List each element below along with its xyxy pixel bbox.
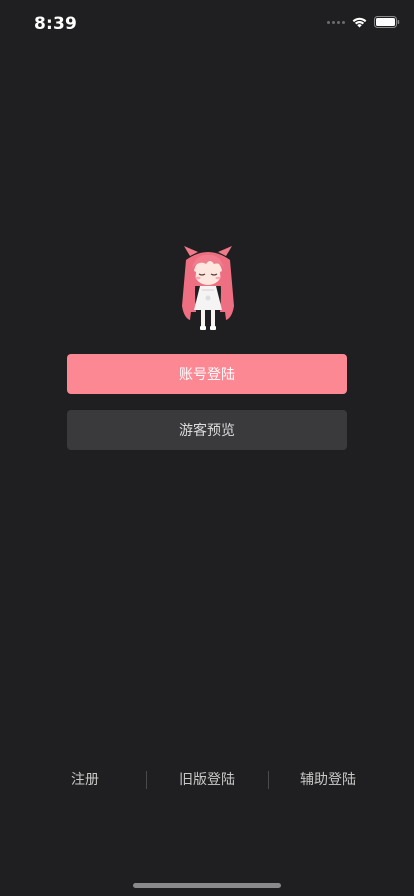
- status-icons: [327, 16, 400, 28]
- old-login-link[interactable]: 旧版登陆: [179, 768, 235, 792]
- register-link[interactable]: 注册: [71, 768, 99, 792]
- status-time: 8:39: [34, 14, 78, 34]
- guest-preview-button[interactable]: 游客预览: [67, 410, 347, 450]
- wifi-icon: [351, 16, 368, 28]
- status-bar: 8:39: [0, 0, 414, 48]
- cellular-signal-icon: [327, 20, 345, 24]
- divider: [268, 771, 269, 789]
- divider: [146, 771, 147, 789]
- assist-login-link[interactable]: 辅助登陆: [300, 768, 356, 792]
- battery-icon: [374, 16, 400, 28]
- account-login-button[interactable]: 账号登陆: [67, 354, 347, 394]
- home-indicator[interactable]: [133, 883, 281, 888]
- mascot-illustration: [176, 246, 240, 334]
- bottom-links: 注册 旧版登陆 辅助登陆: [0, 768, 414, 792]
